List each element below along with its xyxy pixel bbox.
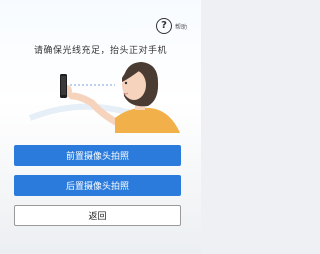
person-holding-phone-illustration	[28, 62, 180, 133]
question-circle-icon: ?	[155, 18, 172, 34]
back-button[interactable]: 返回	[14, 205, 181, 226]
camera-capture-screen: ? 帮助 请确保光线充足，抬头正对手机 前置摄像头拍照 后置摄像头拍照 返回	[0, 0, 201, 254]
help-link[interactable]: ? 帮助	[155, 18, 187, 34]
instruction-text: 请确保光线充足，抬头正对手机	[33, 46, 167, 56]
rear-camera-button[interactable]: 后置摄像头拍照	[14, 175, 181, 196]
help-label: 帮助	[174, 23, 187, 31]
front-camera-button[interactable]: 前置摄像头拍照	[14, 145, 181, 166]
